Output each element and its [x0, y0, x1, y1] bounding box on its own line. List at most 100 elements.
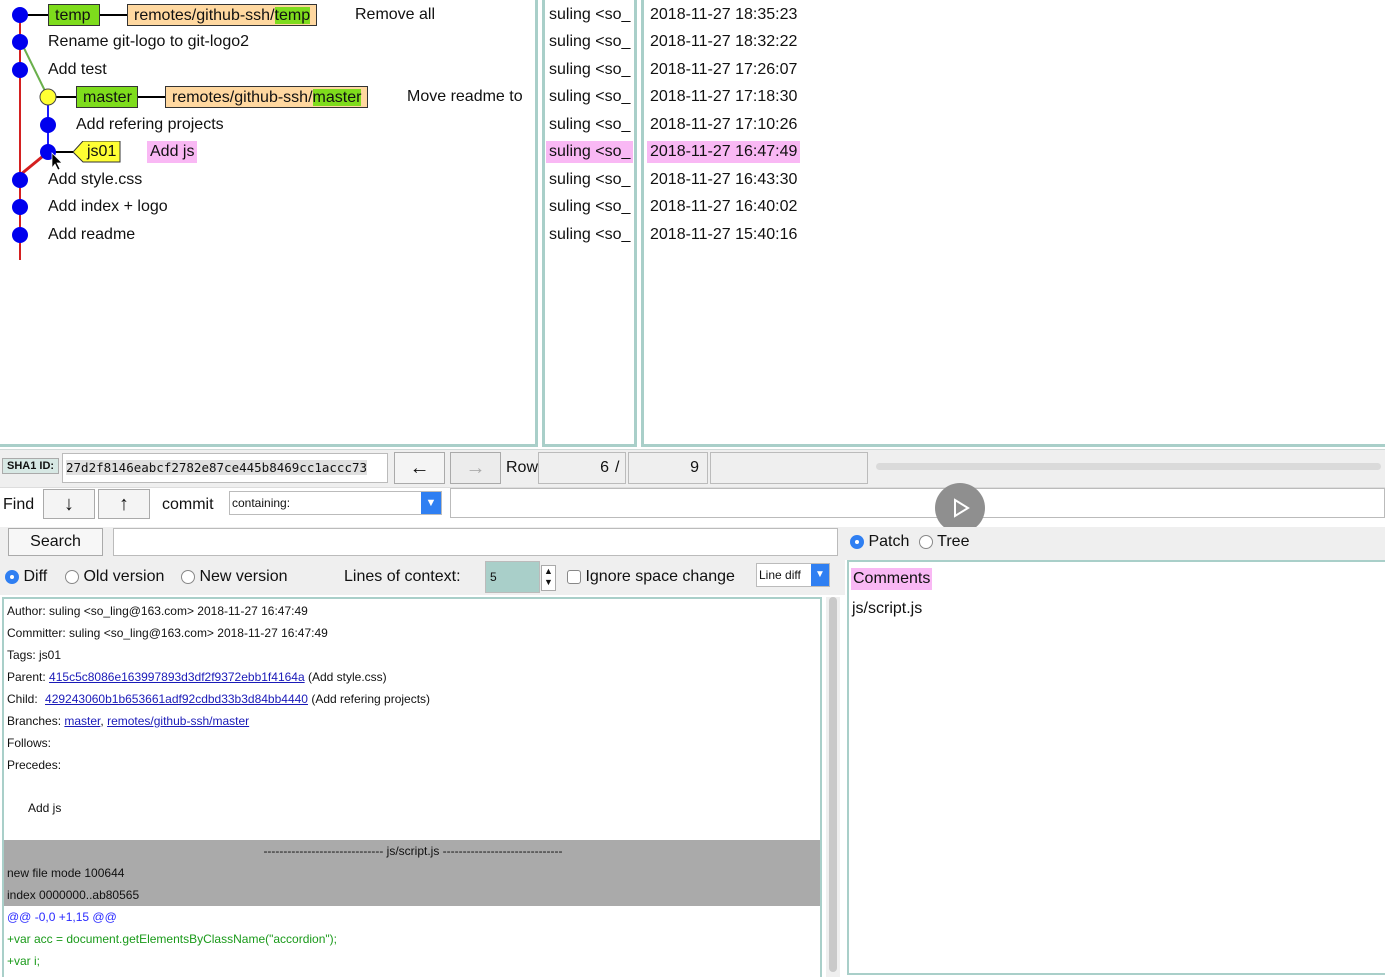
commit-node [12, 199, 28, 215]
branch-tag-temp[interactable]: temp [48, 4, 100, 26]
diff-hunk-header: @@ -0,0 +1,15 @@ [7, 910, 117, 924]
file-item[interactable]: js/script.js [852, 598, 922, 620]
commit-node [40, 117, 56, 133]
commit-node [12, 172, 28, 188]
sha-input[interactable]: 27d2f8146eabcf2782e87ce445b8469cc1accc73 [62, 453, 388, 483]
follows-line: Follows: [7, 736, 52, 750]
diff-radio[interactable]: Diff [5, 568, 47, 586]
author-pane[interactable]: suling <so_ suling <so_ suling <so_ suli… [542, 0, 637, 447]
remote-branch-tag[interactable]: remotes/github-ssh/master [165, 86, 369, 108]
date-cell[interactable]: 2018-11-27 15:40:16 [650, 224, 797, 246]
precedes-line: Precedes: [7, 758, 62, 772]
author-cell[interactable]: suling <so_ [549, 224, 630, 246]
row-total: 9 [690, 459, 699, 476]
row-current-field[interactable]: 6 [538, 452, 626, 484]
search-input[interactable] [113, 528, 838, 556]
date-cell[interactable]: 2018-11-27 18:35:23 [650, 4, 797, 26]
new-version-radio[interactable]: New version [181, 568, 287, 586]
commit-message[interactable]: Remove all [355, 4, 435, 26]
line-diff-select[interactable]: Line diff ▼ [756, 563, 830, 587]
commit-message[interactable]: Add test [48, 59, 107, 81]
child-sha-link[interactable]: 429243060b1b653661adf92cdbd33b3d84bb4440 [45, 692, 308, 706]
back-button[interactable]: ← [394, 452, 445, 484]
commit-graph-pane[interactable]: temp remotes/github-ssh/temp Remove all … [0, 0, 538, 447]
find-label: Find [3, 496, 35, 513]
tree-radio[interactable]: Tree [919, 533, 969, 551]
parent-line: Parent: 415c5c8086e163997893d3df2f9372eb… [7, 670, 387, 684]
stepper-icon[interactable]: ▲ ▼ [541, 565, 556, 591]
date-cell-selected[interactable]: 2018-11-27 16:47:49 [647, 141, 801, 163]
arrow-left-icon: ← [409, 456, 430, 479]
row-current: 6 [600, 459, 609, 476]
play-button[interactable] [935, 483, 985, 533]
arrow-down-icon: ↓ [64, 492, 74, 515]
find-prev-button[interactable]: ↑ [98, 489, 150, 519]
diff-options: Diff Old version New version Lines of co… [0, 561, 845, 595]
find-toolbar: Find ↓ ↑ commit containing: ▼ [0, 487, 1385, 528]
search-button[interactable]: Search [8, 528, 103, 556]
radio-selected-icon [5, 569, 19, 584]
old-version-radio[interactable]: Old version [65, 568, 164, 586]
find-next-button[interactable]: ↓ [43, 489, 95, 519]
author-cell-selected[interactable]: suling <so_ [546, 141, 633, 163]
commit-message[interactable]: Add style.css [48, 169, 142, 191]
context-spinbox[interactable]: 5 [485, 561, 540, 593]
remote-branch-name: temp [274, 7, 311, 24]
diff-mode-line: new file mode 100644 [4, 862, 820, 884]
find-mode-select[interactable]: containing: ▼ [229, 491, 442, 515]
author-cell[interactable]: suling <so_ [549, 196, 630, 218]
date-cell[interactable]: 2018-11-27 17:26:07 [650, 59, 797, 81]
author-cell[interactable]: suling <so_ [549, 114, 630, 136]
commit-details[interactable]: Author: suling <so_ling@163.com> 2018-11… [2, 597, 822, 977]
details-scrollbar[interactable] [826, 597, 840, 977]
date-cell[interactable]: 2018-11-27 16:40:02 [650, 196, 797, 218]
date-cell[interactable]: 2018-11-27 16:43:30 [650, 169, 797, 191]
commit-message[interactable]: Rename git-logo to git-logo2 [48, 31, 249, 53]
find-input[interactable] [450, 488, 1385, 518]
commit-message[interactable]: Add readme [48, 224, 135, 246]
child-line: Child: 429243060b1b653661adf92cdbd33b3d8… [7, 692, 431, 706]
date-cell[interactable]: 2018-11-27 18:32:22 [650, 31, 797, 53]
branch-link-remote-master[interactable]: remotes/github-ssh/master [107, 714, 249, 728]
branch-link-master[interactable]: master [64, 714, 100, 728]
file-view-options: Patch Tree [845, 527, 1385, 560]
file-list-pane[interactable]: Comments js/script.js [847, 560, 1385, 975]
sha-label: SHA1 ID: [2, 458, 60, 474]
commit-message[interactable]: Move readme to [407, 86, 523, 108]
patch-radio[interactable]: Patch [850, 533, 909, 551]
commit-node [12, 62, 28, 78]
diff-added-line: +var i; [7, 954, 41, 968]
author-cell[interactable]: suling <so_ [549, 86, 630, 108]
remote-branch-tag[interactable]: remotes/github-ssh/temp [127, 4, 318, 26]
commit-message-selected[interactable]: Add js [147, 141, 198, 163]
commit-node [12, 34, 28, 50]
checkbox-icon [567, 569, 581, 584]
date-cell[interactable]: 2018-11-27 17:10:26 [650, 114, 797, 136]
chevron-down-icon: ▼ [811, 564, 829, 586]
sha-toolbar: SHA1 ID: 27d2f8146eabcf2782e87ce445b8469… [0, 449, 1385, 488]
comments-item[interactable]: Comments [851, 568, 933, 590]
arrow-up-icon: ↑ [119, 492, 129, 515]
commit-message[interactable]: Add refering projects [76, 114, 224, 136]
diff-index-line: index 0000000..ab80565 [4, 884, 820, 906]
context-label: Lines of context: [344, 568, 461, 585]
date-pane[interactable]: 2018-11-27 18:35:23 2018-11-27 18:32:22 … [641, 0, 1385, 447]
branch-tag-master[interactable]: master [76, 86, 138, 108]
forward-button[interactable]: → [450, 452, 501, 484]
author-cell[interactable]: suling <so_ [549, 4, 630, 26]
diff-added-line: +var acc = document.getElementsByClassNa… [7, 932, 337, 946]
parent-sha-link[interactable]: 415c5c8086e163997893d3df2f9372ebb1f4164a [49, 670, 305, 684]
ignore-space-checkbox[interactable]: Ignore space change [567, 568, 735, 586]
tag-label-js01[interactable]: js01 [87, 141, 116, 163]
author-cell[interactable]: suling <so_ [549, 169, 630, 191]
author-cell[interactable]: suling <so_ [549, 59, 630, 81]
author-cell[interactable]: suling <so_ [549, 31, 630, 53]
commit-message[interactable]: Add index + logo [48, 196, 168, 218]
chevron-down-icon: ▼ [421, 492, 441, 514]
scrollbar-thumb[interactable] [829, 597, 837, 972]
commit-message-body: Add js [28, 801, 62, 815]
author-line: Author: suling <so_ling@163.com> 2018-11… [7, 604, 308, 618]
branches-line: Branches: master, remotes/github-ssh/mas… [7, 714, 250, 728]
diff-file-header: ------------------------------ js/script… [4, 840, 820, 862]
date-cell[interactable]: 2018-11-27 17:18:30 [650, 86, 797, 108]
